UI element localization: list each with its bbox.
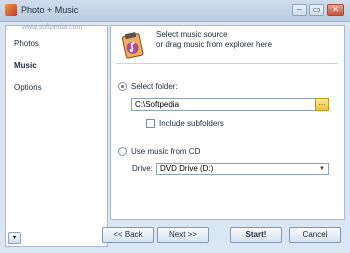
drive-select[interactable]: DVD Drive (D:) ▼ (156, 163, 329, 175)
header-line-2: or drag music from explorer here (156, 40, 273, 49)
sidebar: Photos Music Options ▾ (5, 25, 108, 247)
sidebar-item-photos[interactable]: Photos (14, 39, 39, 48)
header-line-1: Select music source (156, 30, 228, 39)
folder-path-input[interactable]: C:\Softpedia (131, 98, 316, 111)
start-button[interactable]: Start! (230, 227, 282, 243)
content-panel: Select music source or drag music from e… (110, 25, 345, 220)
drive-select-value: DVD Drive (D:) (160, 164, 214, 173)
minimize-button[interactable]: – (292, 4, 307, 16)
close-button[interactable]: ✕ (327, 4, 344, 16)
back-button[interactable]: << Back (102, 227, 154, 243)
use-cd-radio[interactable] (118, 147, 127, 156)
chevron-down-icon: ▼ (319, 166, 325, 172)
header-separator (116, 63, 338, 64)
include-subfolders-label[interactable]: Include subfolders (159, 119, 224, 128)
sidebar-item-options[interactable]: Options (14, 83, 42, 92)
app-icon (5, 4, 17, 16)
title-bar: Photo + Music – ▭ ✕ (0, 0, 350, 22)
drive-label: Drive: (132, 164, 153, 173)
browse-folder-button[interactable]: ... (315, 98, 329, 111)
next-button[interactable]: Next >> (157, 227, 209, 243)
include-subfolders-checkbox[interactable] (146, 119, 155, 128)
select-folder-label[interactable]: Select folder: (131, 82, 178, 91)
maximize-button[interactable]: ▭ (309, 4, 324, 16)
collapse-button[interactable]: ▾ (8, 232, 21, 244)
cancel-button[interactable]: Cancel (289, 227, 341, 243)
use-cd-label[interactable]: Use music from CD (131, 147, 200, 156)
window-title: Photo + Music (21, 5, 79, 15)
select-folder-radio[interactable] (118, 82, 127, 91)
music-clipboard-icon (121, 32, 144, 59)
sidebar-item-music[interactable]: Music (14, 61, 37, 70)
watermark-text: www.softpedia.com (22, 24, 83, 31)
